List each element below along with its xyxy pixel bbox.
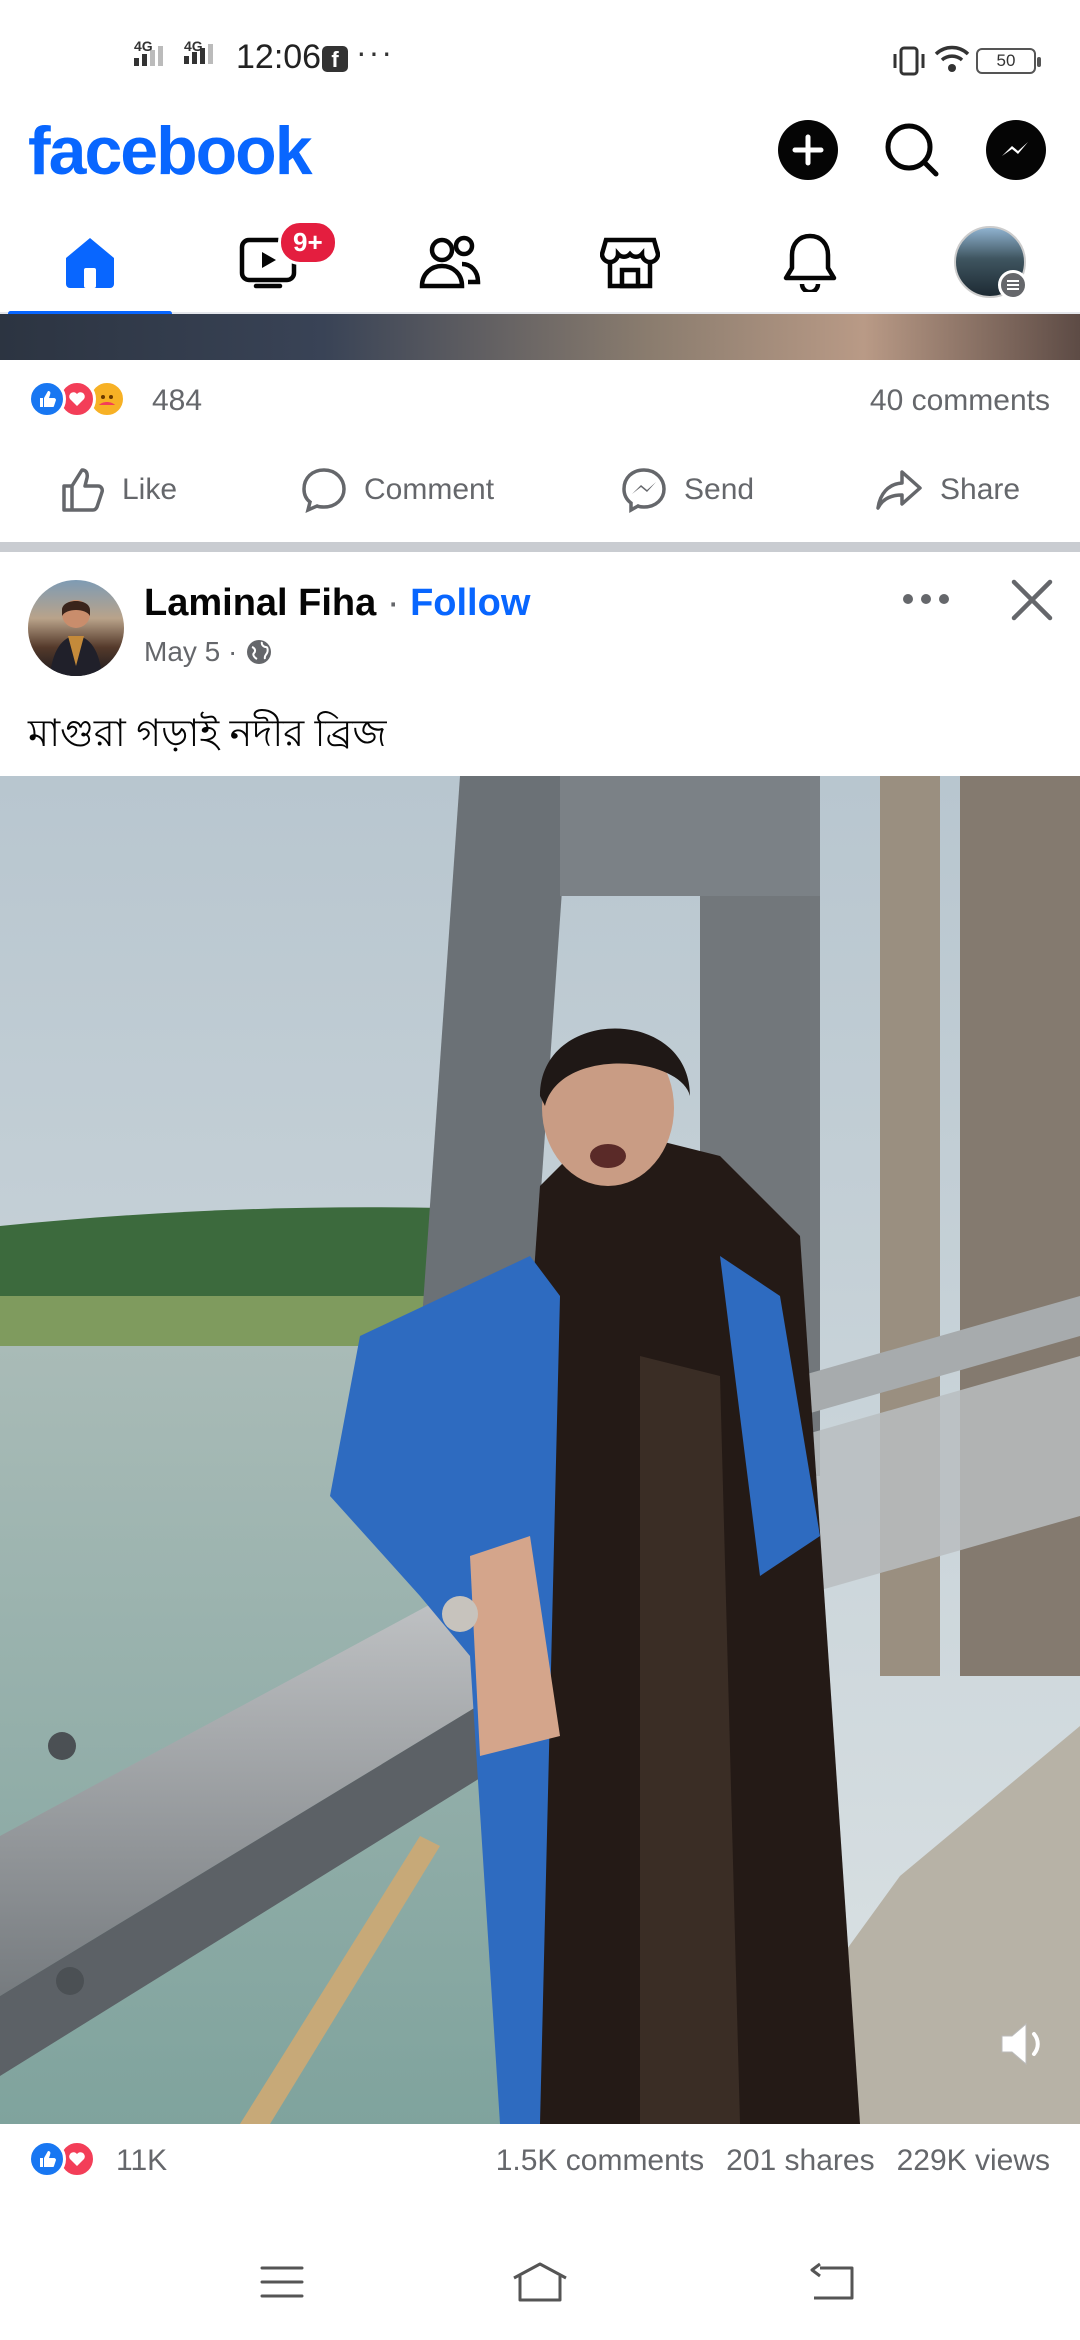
friends-icon <box>419 235 481 289</box>
profile-avatar <box>954 226 1028 300</box>
marketplace-icon <box>600 237 660 289</box>
post-text: মাগুরা গড়াই নদীর ব্রিজ <box>28 713 387 755</box>
author-avatar[interactable] <box>28 580 124 676</box>
engagement-stats: 1.5K comments 201 shares 229K views <box>496 2144 1050 2178</box>
tab-notifications[interactable] <box>720 210 900 314</box>
menu-icon <box>998 270 1028 300</box>
system-navigation-bar <box>0 2234 1080 2340</box>
plus-icon <box>792 134 824 166</box>
post-video[interactable] <box>0 776 1080 2124</box>
tab-marketplace[interactable] <box>540 210 720 314</box>
main-tab-bar: 9+ <box>0 210 1080 316</box>
previous-post-image[interactable] <box>0 314 1080 360</box>
tab-home[interactable] <box>0 210 180 316</box>
post-separator <box>0 542 1080 552</box>
share-icon <box>876 470 922 510</box>
home-icon <box>66 238 114 288</box>
signal-icon: 4G <box>134 38 163 66</box>
thumbs-up-icon <box>62 468 104 512</box>
home-nav-icon[interactable] <box>510 2260 570 2304</box>
more-notifications-icon: ··· <box>356 34 394 70</box>
like-label: Like <box>122 473 178 506</box>
tab-menu[interactable] <box>900 210 1080 314</box>
comment-icon <box>302 468 346 514</box>
messenger-send-icon <box>622 468 666 514</box>
bell-icon <box>783 233 837 292</box>
reaction-count[interactable]: 11K <box>116 2144 167 2178</box>
facebook-notification-icon: f <box>322 46 348 72</box>
facebook-logo[interactable]: facebook <box>28 112 313 190</box>
close-icon[interactable] <box>1008 576 1056 624</box>
messenger-icon <box>1002 142 1028 156</box>
battery-icon: 50 <box>976 48 1041 74</box>
signal-icon: 4G <box>184 38 213 64</box>
back-nav-icon[interactable] <box>808 2262 856 2302</box>
like-reaction-icon <box>28 380 66 418</box>
globe-icon <box>247 640 272 664</box>
clock: 12:06 <box>236 38 322 76</box>
volume-icon[interactable] <box>998 2020 1052 2068</box>
share-label: Share <box>940 473 1021 506</box>
status-bar: 4G 4G 12:06 f ··· 50 <box>0 0 1080 118</box>
create-button[interactable] <box>778 120 838 180</box>
previous-post-reactions: 484 40 comments <box>0 360 1080 440</box>
like-button[interactable]: Like <box>58 450 177 530</box>
like-reaction-icon <box>28 2140 66 2178</box>
recent-apps-icon[interactable] <box>260 2264 304 2300</box>
comment-button[interactable]: Comment <box>300 450 494 530</box>
post-date[interactable]: May 5 · <box>144 636 237 668</box>
post-stats: 11K 1.5K comments 201 shares 229K views <box>0 2140 1080 2200</box>
follow-button[interactable]: Follow <box>410 582 530 624</box>
wifi-icon <box>934 45 970 72</box>
comments-count[interactable]: 40 comments <box>870 384 1050 418</box>
post-author-line: Laminal Fiha · Follow <box>144 582 530 625</box>
shares-count[interactable]: 201 shares <box>726 2144 874 2178</box>
reaction-count[interactable]: 484 <box>152 384 202 418</box>
send-label: Send <box>684 473 755 506</box>
comment-label: Comment <box>364 473 495 506</box>
post-action-bar: Like Comment Send Share <box>0 450 1080 530</box>
vibrate-icon <box>893 46 925 76</box>
views-count: 229K views <box>896 2144 1050 2177</box>
comments-count[interactable]: 1.5K comments <box>496 2144 704 2178</box>
author-name[interactable]: Laminal Fiha <box>144 582 376 624</box>
messenger-button[interactable] <box>986 120 1046 180</box>
tab-friends[interactable] <box>360 210 540 314</box>
share-button[interactable]: Share <box>874 450 1020 530</box>
video-notification-badge: 9+ <box>278 220 338 265</box>
post-meta: May 5 · <box>144 636 273 668</box>
search-icon <box>885 123 939 177</box>
search-button[interactable] <box>882 120 942 180</box>
more-options-icon[interactable] <box>900 584 952 614</box>
follow-separator: · <box>376 582 411 624</box>
tab-video[interactable]: 9+ <box>180 210 360 314</box>
send-button[interactable]: Send <box>620 450 754 530</box>
